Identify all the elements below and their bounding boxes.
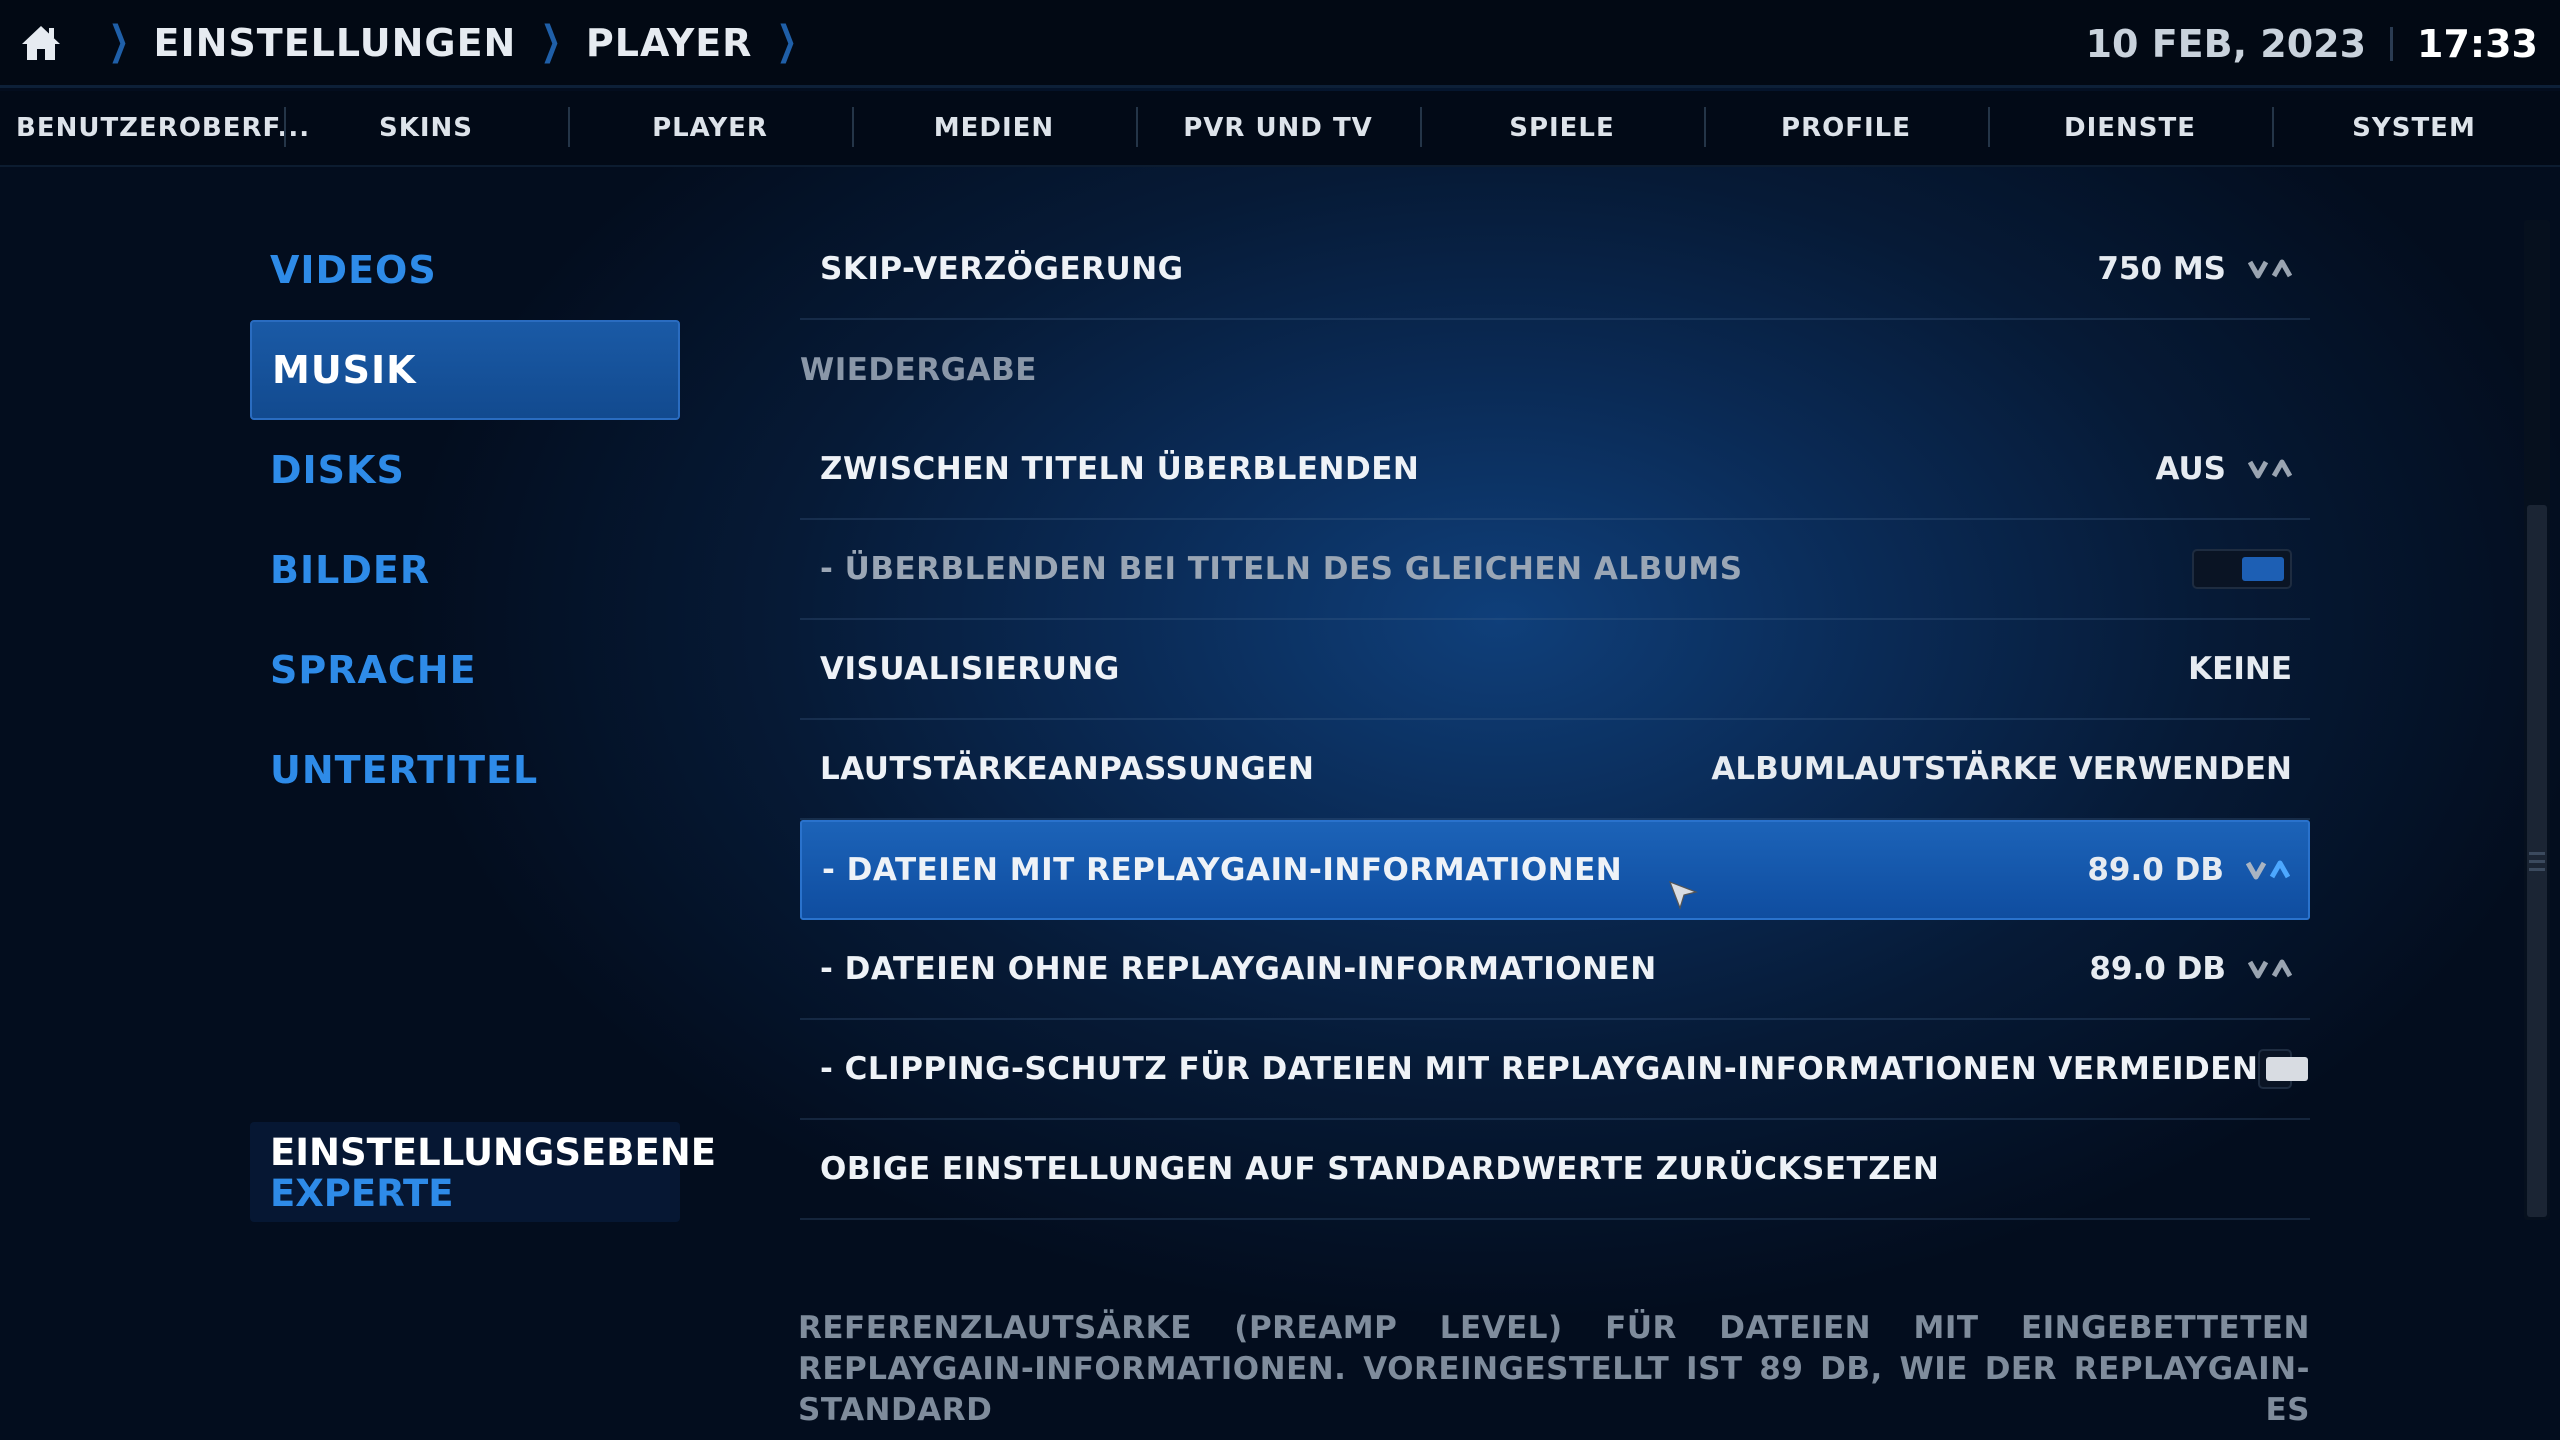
setting-label: LAUTSTÄRKEANPASSUNGEN [820,751,1315,787]
spinner-control[interactable] [2246,855,2290,885]
setting-value: 89.0 DB [2087,852,2290,888]
setting-label: OBIGE EINSTELLUNGEN AUF STANDARDWERTE ZU… [820,1151,1940,1187]
category-tabs: BENUTZEROBERF... SKINS PLAYER MEDIEN PVR… [0,91,2560,165]
scrollbar-grip [2529,860,2545,863]
clock: 10 FEB, 2023 17:33 [2086,0,2538,88]
tab-games[interactable]: SPIELE [1420,107,1704,147]
setting-value: AUS [2155,451,2292,487]
setting-crossfade-album[interactable]: - ÜBERBLENDEN BEI TITELN DES GLEICHEN AL… [800,520,2310,620]
toggle-knob [2266,1057,2309,1081]
divider [0,165,2560,167]
setting-reset-defaults[interactable]: OBIGE EINSTELLUNGEN AUF STANDARDWERTE ZU… [800,1120,2310,1220]
setting-crossfade[interactable]: ZWISCHEN TITELN ÜBERBLENDEN AUS [800,420,2310,520]
settings-level-value: EXPERTE [270,1172,454,1215]
sidebar-item-discs[interactable]: DISKS [250,420,680,520]
chevron-right-icon: ❯ [777,17,798,64]
setting-label: VISUALISIERUNG [820,651,1120,687]
setting-value-text: 89.0 DB [2087,852,2224,888]
settings-level-title: EINSTELLUNGSEBENE [270,1131,717,1174]
setting-value: 89.0 DB [2089,951,2292,987]
setting-visualization[interactable]: VISUALISIERUNG KEINE [800,620,2310,720]
chevron-up-down-icon[interactable] [2248,254,2292,284]
spinner-control[interactable] [2248,954,2292,984]
setting-label: - DATEIEN OHNE REPLAYGAIN-INFORMATIONEN [820,951,1657,987]
setting-label: SKIP-VERZÖGERUNG [820,251,1184,287]
breadcrumb-item-player: PLAYER [585,20,753,65]
setting-value-text: AUS [2155,451,2226,487]
tab-pvr-tv[interactable]: PVR UND TV [1136,107,1420,147]
settings-level-button[interactable]: EINSTELLUNGSEBENE EXPERTE [250,1122,717,1222]
mouse-cursor-icon [1668,880,1698,910]
setting-value-text: 89.0 DB [2089,951,2226,987]
scrollbar-grip [2529,852,2545,855]
section-header-playback: WIEDERGABE [800,320,2310,420]
toggle-switch[interactable] [2258,1049,2309,1089]
setting-value: 750 MS [2097,251,2292,287]
setting-skip-delay[interactable]: SKIP-VERZÖGERUNG 750 MS [800,220,2310,320]
tab-skins[interactable]: SKINS [284,107,568,147]
chevron-up-down-icon[interactable] [2248,454,2292,484]
breadcrumb: ❯ EINSTELLUNGEN ❯ PLAYER ❯ [0,0,822,87]
setting-clipping-protection[interactable]: - CLIPPING-SCHUTZ FÜR DATEIEN MIT REPLAY… [800,1020,2310,1120]
home-icon[interactable] [20,23,62,63]
chevron-up-down-icon[interactable] [2248,954,2292,984]
clock-time: 17:33 [2417,22,2538,66]
tab-interface[interactable]: BENUTZEROBERF... [0,113,309,143]
toggle-knob [2242,557,2284,581]
tab-player[interactable]: PLAYER [568,107,852,147]
tab-services[interactable]: DIENSTE [1988,107,2272,147]
section-label: WIEDERGABE [800,352,1037,388]
sidebar-item-music[interactable]: MUSIK [250,320,680,420]
setting-files-without-replaygain[interactable]: - DATEIEN OHNE REPLAYGAIN-INFORMATIONEN … [800,920,2310,1020]
tab-system[interactable]: SYSTEM [2272,107,2556,147]
setting-label: - ÜBERBLENDEN BEI TITELN DES GLEICHEN AL… [820,551,1743,587]
sidebar-item-pictures[interactable]: BILDER [250,520,680,620]
tab-profiles[interactable]: PROFILE [1704,107,1988,147]
sidebar: VIDEOS MUSIK DISKS BILDER SPRACHE UNTERT… [250,220,680,820]
sidebar-item-language[interactable]: SPRACHE [250,620,680,720]
setting-value-text: 750 MS [2097,251,2226,287]
setting-label: - CLIPPING-SCHUTZ FÜR DATEIEN MIT REPLAY… [820,1051,2259,1087]
breadcrumb-item-settings[interactable]: EINSTELLUNGEN [154,21,517,65]
spinner-control[interactable] [2248,254,2292,284]
toggle-switch[interactable] [2192,549,2292,589]
setting-value: ALBUMLAUTSTÄRKE VERWENDEN [1711,751,2292,787]
chevron-up-down-icon[interactable] [2246,855,2290,885]
setting-value: KEINE [2188,651,2292,687]
setting-volume-adjustments[interactable]: LAUTSTÄRKEANPASSUNGEN ALBUMLAUTSTÄRKE VE… [800,720,2310,820]
scrollbar-grip [2529,868,2545,871]
clock-divider [2390,27,2394,61]
sidebar-item-videos[interactable]: VIDEOS [250,220,680,320]
setting-label: - DATEIEN MIT REPLAYGAIN-INFORMATIONEN [822,852,1623,888]
chevron-right-icon: ❯ [541,17,562,64]
chevron-right-icon: ❯ [108,17,129,64]
settings-list: SKIP-VERZÖGERUNG 750 MS WIEDERGABE ZWISC… [800,220,2310,1220]
setting-files-with-replaygain[interactable]: - DATEIEN MIT REPLAYGAIN-INFORMATIONEN 8… [800,820,2310,920]
clock-date: 10 FEB, 2023 [2085,22,2367,66]
sidebar-item-subtitles[interactable]: UNTERTITEL [250,720,680,820]
spinner-control[interactable] [2248,454,2292,484]
header-bar: ❯ EINSTELLUNGEN ❯ PLAYER ❯ 10 FEB, 2023 … [0,0,2560,88]
setting-label: ZWISCHEN TITELN ÜBERBLENDEN [820,451,1420,487]
setting-description: REFERENZLAUTSÄRKE (PREAMP LEVEL) FÜR DAT… [798,1310,2310,1428]
tab-media[interactable]: MEDIEN [852,107,1136,147]
